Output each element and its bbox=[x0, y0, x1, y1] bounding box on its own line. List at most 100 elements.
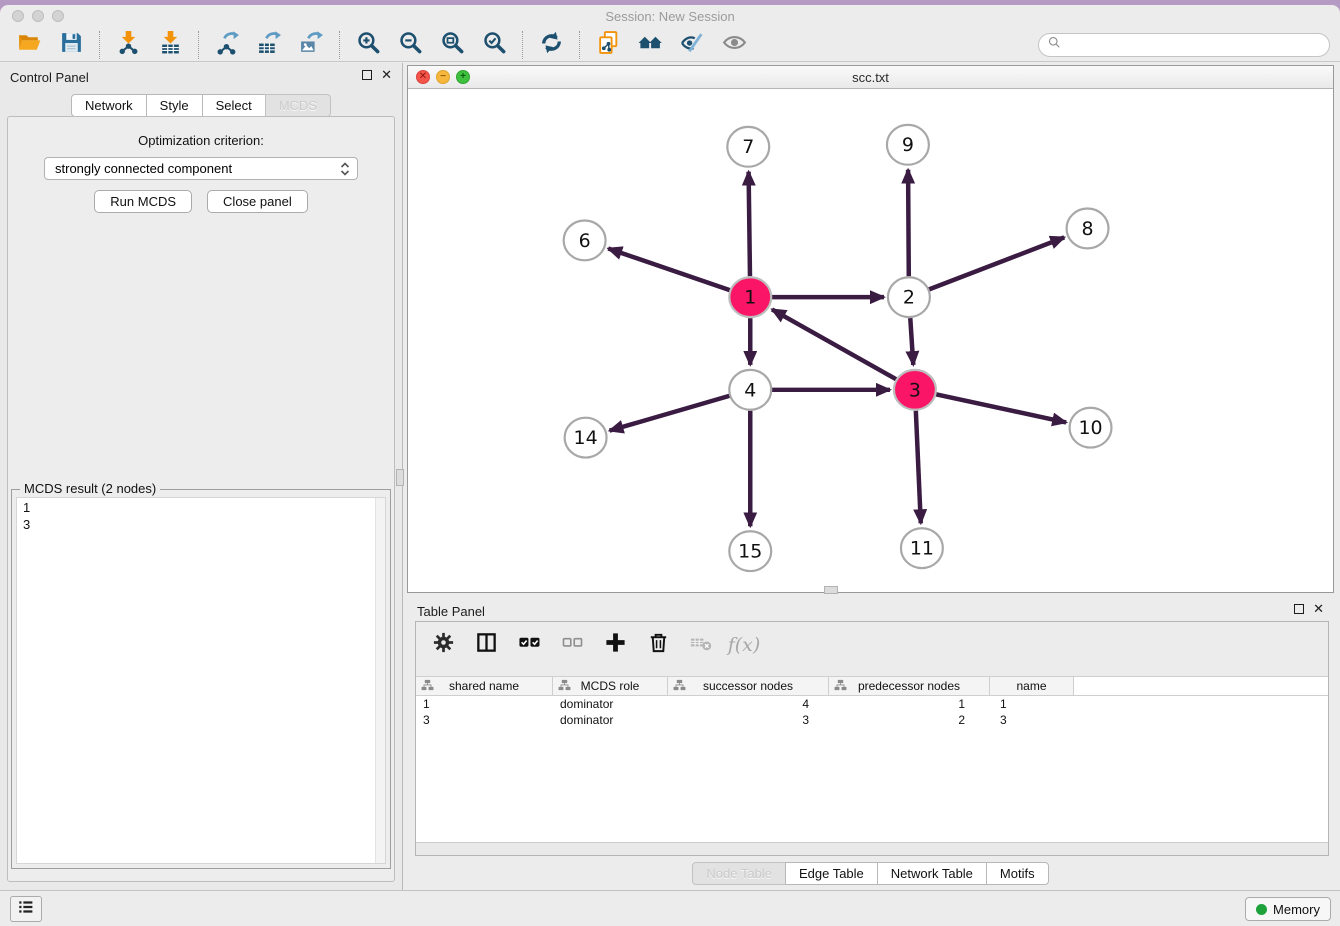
tab-mcds[interactable]: MCDS bbox=[265, 94, 331, 117]
mcds-result-area[interactable]: 13 bbox=[16, 497, 386, 864]
edge-3-11[interactable] bbox=[916, 411, 921, 524]
edge-3-10[interactable] bbox=[935, 394, 1066, 422]
node-4[interactable]: 4 bbox=[729, 370, 771, 410]
import-table-button[interactable] bbox=[155, 30, 185, 60]
table-cell: dominator bbox=[553, 712, 668, 728]
vertical-splitter-handle[interactable] bbox=[396, 469, 404, 486]
run-mcds-button[interactable]: Run MCDS bbox=[94, 190, 192, 213]
trash-button[interactable] bbox=[645, 632, 671, 658]
edge-4-14[interactable] bbox=[610, 396, 731, 431]
table-tab-node-table[interactable]: Node Table bbox=[692, 862, 786, 885]
tab-network[interactable]: Network bbox=[71, 94, 147, 117]
status-bar: Memory bbox=[0, 890, 1340, 926]
tab-select[interactable]: Select bbox=[202, 94, 266, 117]
edge-2-9[interactable] bbox=[908, 170, 909, 277]
table-tab-edge-table[interactable]: Edge Table bbox=[785, 862, 878, 885]
zoom-in-icon bbox=[356, 30, 381, 60]
memory-button[interactable]: Memory bbox=[1245, 897, 1331, 921]
floppy-save-button[interactable] bbox=[56, 30, 86, 60]
node-2[interactable]: 2 bbox=[888, 277, 930, 317]
node-9[interactable]: 9 bbox=[887, 125, 929, 165]
horizontal-splitter-handle[interactable] bbox=[824, 586, 838, 594]
check-all-button[interactable] bbox=[516, 632, 542, 658]
table-cell: 1 bbox=[416, 696, 553, 712]
node-11[interactable]: 11 bbox=[901, 528, 943, 568]
edge-2-8[interactable] bbox=[928, 237, 1064, 289]
refresh-button[interactable] bbox=[536, 30, 566, 60]
node-14[interactable]: 14 bbox=[565, 418, 607, 458]
node-7[interactable]: 7 bbox=[727, 127, 769, 167]
close-window-button[interactable] bbox=[12, 10, 24, 22]
graph-svg: 7 9 6 8 1 2 4 3 14 10 15 11 bbox=[408, 89, 1333, 592]
control-panel: Control Panel ✕ NetworkStyleSelectMCDS O… bbox=[0, 63, 403, 890]
tab-style[interactable]: Style bbox=[146, 94, 203, 117]
table-tab-motifs[interactable]: Motifs bbox=[986, 862, 1049, 885]
close-panel-button[interactable]: Close panel bbox=[207, 190, 308, 213]
eye-button[interactable] bbox=[719, 30, 749, 60]
task-history-button[interactable] bbox=[10, 896, 42, 922]
zoom-fit-button[interactable] bbox=[437, 30, 467, 60]
zoom-in-button[interactable] bbox=[353, 30, 383, 60]
window-controls[interactable] bbox=[12, 10, 64, 22]
search-input[interactable] bbox=[1067, 38, 1321, 52]
network-close-button[interactable]: ✕ bbox=[416, 70, 430, 84]
edge-3-1[interactable] bbox=[772, 309, 897, 379]
split-columns-button[interactable] bbox=[473, 632, 499, 658]
close-table-panel-icon[interactable]: ✕ bbox=[1313, 603, 1324, 615]
network-minimize-button[interactable]: − bbox=[436, 70, 450, 84]
houses-icon bbox=[638, 30, 663, 60]
column-header-successor-nodes[interactable]: successor nodes bbox=[668, 677, 829, 696]
plus-button[interactable] bbox=[602, 632, 628, 658]
import-network-button[interactable] bbox=[113, 30, 143, 60]
table-panel-header: Table Panel ✕ bbox=[407, 597, 1334, 619]
close-panel-icon[interactable]: ✕ bbox=[381, 69, 392, 81]
export-table-icon bbox=[257, 30, 282, 60]
network-canvas[interactable]: 7 9 6 8 1 2 4 3 14 10 15 11 bbox=[408, 89, 1333, 592]
uncheck-all-button[interactable] bbox=[559, 632, 585, 658]
float-panel-icon[interactable] bbox=[362, 70, 372, 80]
gear-button[interactable] bbox=[430, 632, 456, 658]
column-header-shared-name[interactable]: shared name bbox=[416, 677, 553, 696]
node-10[interactable]: 10 bbox=[1070, 408, 1112, 448]
edge-1-6[interactable] bbox=[608, 248, 730, 290]
toolbar-separator bbox=[198, 31, 199, 59]
node-15[interactable]: 15 bbox=[729, 531, 771, 571]
export-table-button[interactable] bbox=[254, 30, 284, 60]
houses-button[interactable] bbox=[635, 30, 665, 60]
network-window-titlebar[interactable]: ✕ − + scc.txt bbox=[408, 66, 1333, 89]
maximize-window-button[interactable] bbox=[52, 10, 64, 22]
table-hscrollbar[interactable] bbox=[416, 842, 1328, 855]
node-6[interactable]: 6 bbox=[564, 220, 606, 260]
column-header-name[interactable]: name bbox=[990, 677, 1074, 696]
eye-slash-button[interactable] bbox=[677, 30, 707, 60]
export-image-button[interactable] bbox=[296, 30, 326, 60]
node-3[interactable]: 3 bbox=[894, 370, 936, 410]
folder-open-button[interactable] bbox=[14, 30, 44, 60]
network-view-window: ✕ − + scc.txt 7 9 6 8 1 2 4 3 14 10 15 11 bbox=[407, 65, 1334, 593]
export-network-button[interactable] bbox=[212, 30, 242, 60]
table-tab-network-table[interactable]: Network Table bbox=[877, 862, 987, 885]
refresh-icon bbox=[539, 30, 564, 60]
float-table-panel-icon[interactable] bbox=[1294, 604, 1304, 614]
node-8[interactable]: 8 bbox=[1067, 209, 1109, 249]
search-box[interactable] bbox=[1038, 33, 1330, 57]
minimize-window-button[interactable] bbox=[32, 10, 44, 22]
toolbar-separator bbox=[339, 31, 340, 59]
table-toolbar: f(x) bbox=[416, 622, 1328, 668]
fx-icon: f(x) bbox=[728, 634, 761, 656]
zoom-out-button[interactable] bbox=[395, 30, 425, 60]
svg-text:1: 1 bbox=[744, 287, 756, 309]
result-scrollbar[interactable] bbox=[375, 498, 385, 863]
node-1[interactable]: 1 bbox=[729, 277, 771, 317]
copy-network-button[interactable] bbox=[593, 30, 623, 60]
column-header-mcds-role[interactable]: MCDS role bbox=[553, 677, 668, 696]
criterion-dropdown[interactable]: strongly connected component bbox=[44, 157, 358, 180]
zoom-check-button[interactable] bbox=[479, 30, 509, 60]
column-header-predecessor-nodes[interactable]: predecessor nodes bbox=[829, 677, 990, 696]
network-maximize-button[interactable]: + bbox=[456, 70, 470, 84]
folder-open-icon bbox=[17, 30, 42, 60]
table-row[interactable]: 1dominator411 bbox=[416, 696, 1328, 712]
edge-1-7[interactable] bbox=[749, 172, 750, 277]
edge-2-3[interactable] bbox=[910, 318, 913, 365]
table-row[interactable]: 3dominator323 bbox=[416, 712, 1328, 728]
